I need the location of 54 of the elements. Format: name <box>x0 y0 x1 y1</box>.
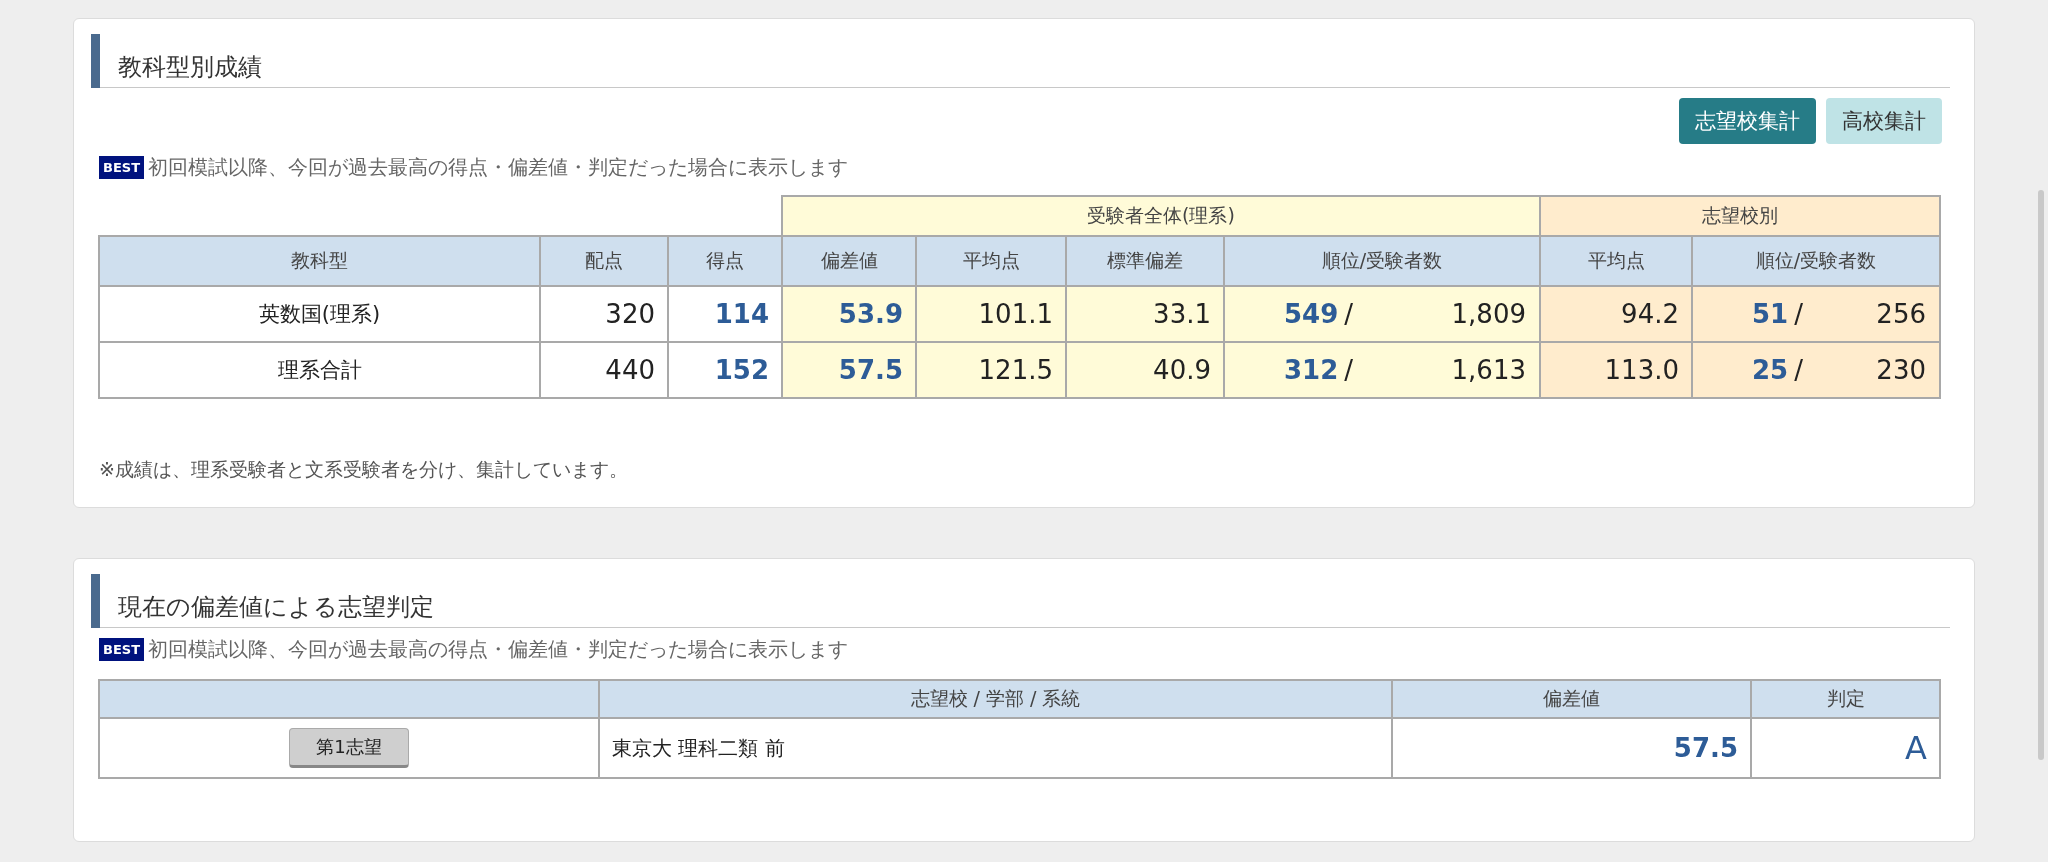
column-header: 平均点 <box>916 236 1066 286</box>
table-cell: 440 <box>540 342 668 398</box>
table-cell: 57.5 <box>782 342 916 398</box>
column-header: 順位/受験者数 <box>1692 236 1940 286</box>
accent-bar <box>91 34 100 88</box>
rank-value: 549 <box>1284 299 1339 329</box>
table-cell: 英数国(理系) <box>99 286 540 342</box>
table-cell: 94.2 <box>1540 286 1692 342</box>
section-title: 教科型別成績 <box>118 52 262 83</box>
table-cell: 121.5 <box>916 342 1066 398</box>
examinee-count: 1,809 <box>1451 299 1526 329</box>
table-cell: 57.5 <box>1392 718 1751 778</box>
table-cell: 理系合計 <box>99 342 540 398</box>
table-cell: A <box>1751 718 1940 778</box>
column-header: 得点 <box>668 236 782 286</box>
rank-value: 51 <box>1752 299 1789 329</box>
table-cell: 113.0 <box>1540 342 1692 398</box>
table-cell: 40.9 <box>1066 342 1224 398</box>
examinee-count: 230 <box>1876 355 1926 385</box>
footnote: ※成績は、理系受験者と文系受験者を分け、集計しています。 <box>99 457 629 482</box>
section-title: 現在の偏差値による志望判定 <box>118 592 434 623</box>
group-header: 志望校別 <box>1540 196 1940 236</box>
column-header: 志望校 / 学部 / 系統 <box>599 680 1392 718</box>
column-header: 順位/受験者数 <box>1224 236 1540 286</box>
column-header: 標準偏差 <box>1066 236 1224 286</box>
column-header: 偏差値 <box>782 236 916 286</box>
column-header: 配点 <box>540 236 668 286</box>
best-badge: BEST <box>99 638 145 661</box>
toggle-button[interactable]: 志望校集計 <box>1679 98 1816 144</box>
accent-bar <box>91 574 100 628</box>
table-cell: 33.1 <box>1066 286 1224 342</box>
toggle-button[interactable]: 高校集計 <box>1826 98 1942 144</box>
rank-value: 312 <box>1284 355 1339 385</box>
column-header: 平均点 <box>1540 236 1692 286</box>
column-header: 判定 <box>1751 680 1940 718</box>
examinee-count: 256 <box>1876 299 1926 329</box>
group-header: 受験者全体(理系) <box>782 196 1540 236</box>
table-cell: 東京大 理科二類 前 <box>599 718 1392 778</box>
best-badge: BEST <box>99 156 145 179</box>
best-note: 初回模試以降、今回が過去最高の得点・偏差値・判定だった場合に表示します <box>148 154 849 181</box>
examinee-count: 1,613 <box>1451 355 1526 385</box>
best-note: 初回模試以降、今回が過去最高の得点・偏差値・判定だった場合に表示します <box>148 636 849 663</box>
column-header: 教科型 <box>99 236 540 286</box>
table-cell: 101.1 <box>916 286 1066 342</box>
table-cell: 53.9 <box>782 286 916 342</box>
slash-separator: / <box>1794 355 1803 385</box>
scrollbar[interactable] <box>2038 190 2044 760</box>
choice-button[interactable]: 第1志望 <box>289 728 409 768</box>
table-cell: 320 <box>540 286 668 342</box>
rank-value: 25 <box>1752 355 1789 385</box>
slash-separator: / <box>1344 299 1354 329</box>
slash-separator: / <box>1344 355 1354 385</box>
slash-separator: / <box>1794 299 1803 329</box>
column-header: 偏差値 <box>1392 680 1751 718</box>
